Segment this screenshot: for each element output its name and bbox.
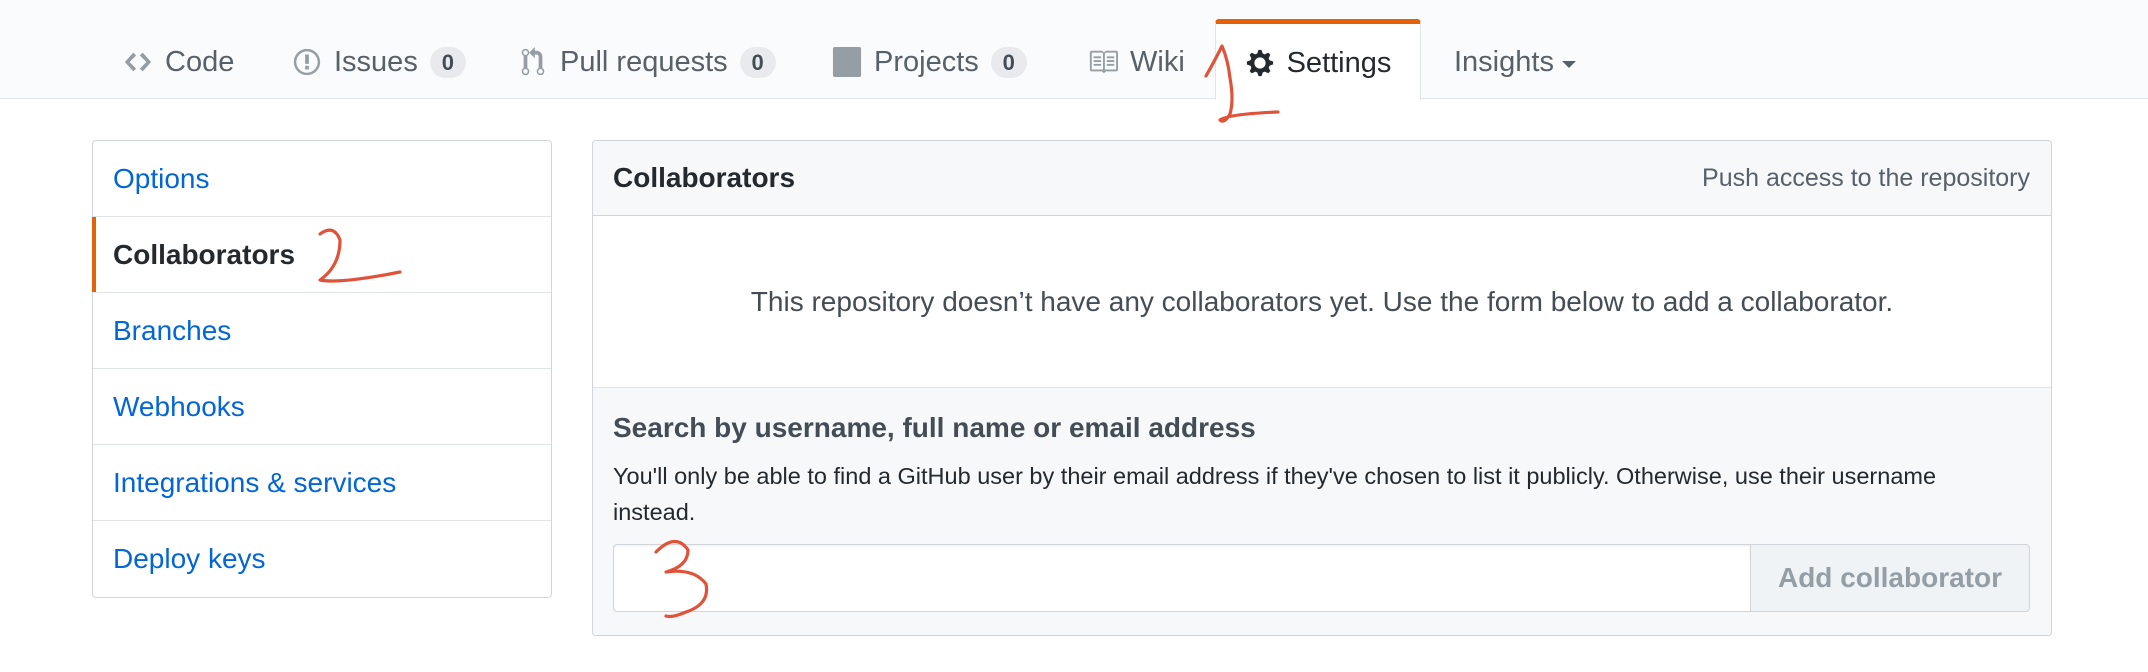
tab-code[interactable]: Code: [123, 24, 234, 100]
menu-item-collaborators[interactable]: Collaborators: [91, 217, 551, 293]
issue-opened-icon: [292, 47, 322, 77]
git-pull-request-icon: [518, 47, 548, 77]
menu-item-webhooks[interactable]: Webhooks: [93, 369, 551, 445]
tab-projects[interactable]: Projects 0: [832, 24, 1027, 100]
tab-label: Projects: [874, 45, 979, 78]
collaborator-search-input[interactable]: [613, 544, 1750, 612]
projects-counter: 0: [990, 46, 1027, 78]
tab-label: Wiki: [1130, 45, 1185, 78]
blankslate-message: This repository doesn’t have any collabo…: [593, 216, 2051, 388]
tab-label: Settings: [1286, 46, 1392, 79]
tab-label: Insights: [1454, 45, 1554, 78]
triangle-down-icon: [1561, 60, 1576, 68]
tab-label: Issues: [334, 45, 418, 78]
tab-insights[interactable]: Insights: [1454, 24, 1576, 100]
repo-nav: Code Issues 0 Pull requests 0 Projects 0…: [0, 0, 2148, 100]
menu-item-integrations-services[interactable]: Integrations & services: [93, 445, 551, 521]
tab-label: Pull requests: [560, 45, 728, 78]
menu-item-branches[interactable]: Branches: [93, 293, 551, 369]
panel-note: Push access to the repository: [1702, 163, 2030, 192]
panel-title: Collaborators: [613, 162, 796, 193]
tab-pull-requests[interactable]: Pull requests 0: [518, 24, 776, 100]
collaborators-panel: Collaborators Push access to the reposit…: [592, 140, 2052, 636]
gear-icon: [1245, 48, 1275, 78]
add-collaborator-button[interactable]: Add collaborator: [1750, 544, 2030, 612]
search-label: Search by username, full name or email a…: [613, 412, 1256, 443]
pull-requests-counter: 0: [739, 46, 776, 78]
tab-wiki[interactable]: Wiki: [1088, 24, 1185, 100]
tab-settings[interactable]: Settings: [1215, 19, 1421, 100]
project-icon: [832, 47, 862, 77]
menu-item-options[interactable]: Options: [93, 141, 551, 217]
issues-counter: 0: [429, 46, 466, 78]
tab-label: Code: [165, 45, 235, 78]
add-collaborator-form: Search by username, full name or email a…: [593, 388, 2051, 635]
search-row: Add collaborator: [613, 544, 2030, 612]
settings-menu: Options Collaborators Branches Webhooks …: [91, 140, 552, 598]
book-icon: [1088, 47, 1118, 77]
code-icon: [123, 47, 153, 77]
panel-header: Collaborators Push access to the reposit…: [593, 141, 2051, 216]
tab-issues[interactable]: Issues 0: [292, 24, 466, 100]
search-note: You'll only be able to find a GitHub use…: [613, 463, 1937, 525]
menu-item-deploy-keys[interactable]: Deploy keys: [93, 521, 551, 597]
